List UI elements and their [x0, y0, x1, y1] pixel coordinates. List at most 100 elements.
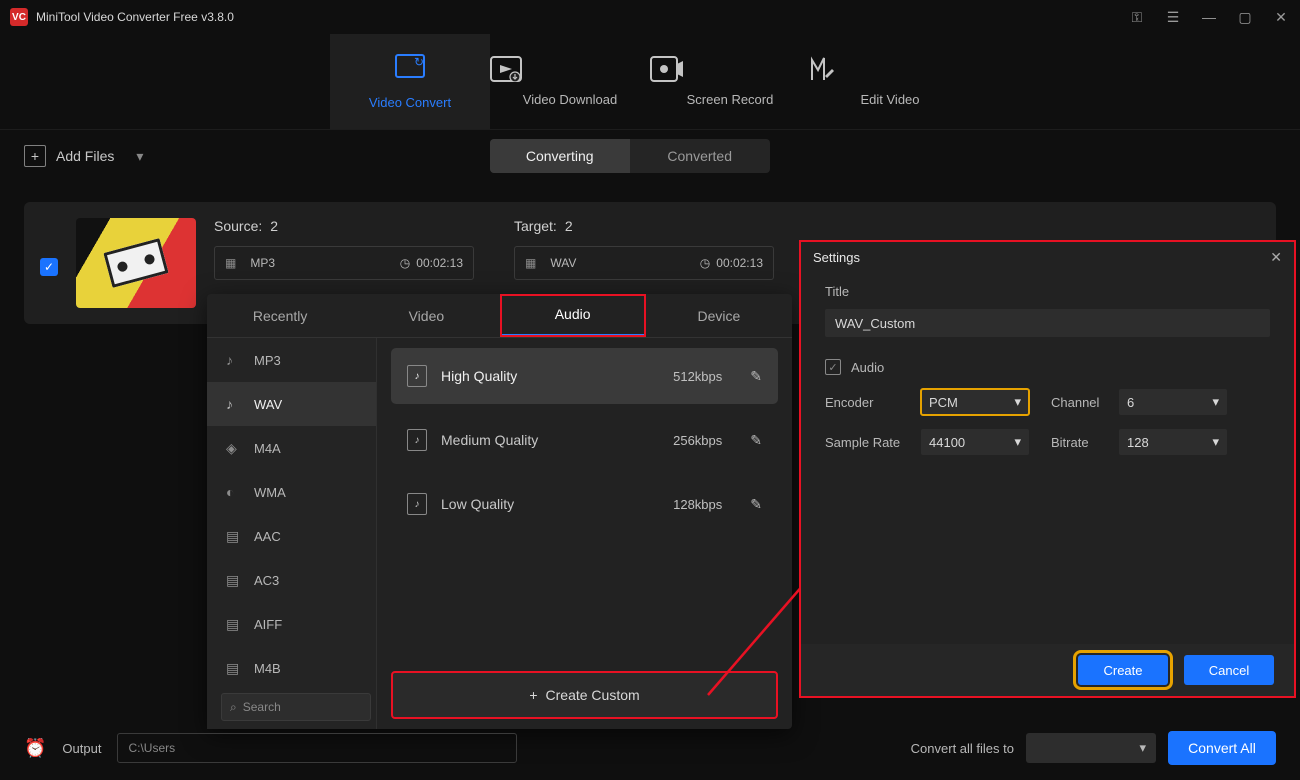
- screen-record-icon: [650, 56, 810, 82]
- app-logo: VC: [10, 8, 28, 26]
- source-count: 2: [270, 218, 278, 234]
- minimize-icon[interactable]: —: [1200, 9, 1218, 25]
- search-placeholder: Search: [243, 700, 281, 714]
- tab-video[interactable]: Video: [353, 294, 499, 337]
- edit-video-icon: [810, 56, 970, 82]
- file-icon: ▦: [225, 256, 236, 270]
- toolbar-row: + Add Files ▾ Converting Converted: [0, 130, 1300, 182]
- target-duration: 00:02:13: [716, 256, 763, 270]
- music-icon: ▤: [226, 528, 242, 544]
- music-icon: ▤: [226, 616, 242, 632]
- close-icon[interactable]: ✕: [1272, 9, 1290, 26]
- menu-icon[interactable]: ☰: [1164, 9, 1182, 26]
- preset-bitrate: 256kbps: [673, 433, 722, 448]
- edit-icon[interactable]: ✎: [750, 496, 762, 513]
- music-icon: ◐: [226, 484, 242, 500]
- alarm-icon[interactable]: ⏰: [24, 738, 46, 759]
- music-icon: ▤: [226, 572, 242, 588]
- tab-converted[interactable]: Converted: [630, 139, 770, 173]
- maximize-icon[interactable]: ▢: [1236, 9, 1254, 26]
- format-m4a[interactable]: ◈M4A: [207, 426, 376, 470]
- video-download-icon: [490, 56, 650, 82]
- bitrate-value: 128: [1127, 435, 1149, 450]
- samplerate-select[interactable]: 44100 ▾: [921, 429, 1029, 455]
- channel-label: Channel: [1051, 395, 1111, 410]
- format-label: MP3: [254, 353, 281, 368]
- chevron-down-icon: ▾: [136, 148, 143, 165]
- key-icon[interactable]: ⚿: [1128, 9, 1146, 26]
- title-label: Title: [825, 284, 1270, 299]
- tab-device[interactable]: Device: [646, 294, 792, 337]
- edit-icon[interactable]: ✎: [750, 368, 762, 385]
- format-label: WMA: [254, 485, 286, 500]
- preset-icon: ♪: [407, 429, 427, 451]
- audio-section-label: Audio: [851, 360, 884, 375]
- format-m4b[interactable]: ▤M4B: [207, 646, 376, 690]
- preset-low-quality[interactable]: ♪ Low Quality 128kbps ✎: [391, 476, 778, 532]
- preset-icon: ♪: [407, 493, 427, 515]
- convert-tabs: Converting Converted: [490, 139, 770, 173]
- channel-value: 6: [1127, 395, 1134, 410]
- output-path-input[interactable]: C:\Users: [117, 733, 517, 763]
- target-count: 2: [565, 218, 573, 234]
- nav-screen-record[interactable]: Screen Record: [650, 56, 810, 107]
- convert-all-button[interactable]: Convert All: [1168, 731, 1276, 765]
- nav-video-convert-label: Video Convert: [330, 95, 490, 110]
- encoder-select[interactable]: PCM▾: [921, 389, 1029, 415]
- target-label: Target:: [514, 218, 557, 234]
- preset-list: ♪ High Quality 512kbps ✎ ♪ Medium Qualit…: [377, 338, 792, 729]
- chevron-down-icon: ▾: [1014, 394, 1021, 410]
- format-wma[interactable]: ◐ WMA: [207, 470, 376, 514]
- channel-select[interactable]: 6▾: [1119, 389, 1227, 415]
- samplerate-value: 44100: [929, 435, 965, 450]
- create-custom-button[interactable]: + Create Custom: [391, 671, 778, 719]
- format-mp3[interactable]: ♪MP3: [207, 338, 376, 382]
- file-checkbox[interactable]: ✓: [40, 258, 58, 276]
- preset-medium-quality[interactable]: ♪ Medium Quality 256kbps ✎: [391, 412, 778, 468]
- edit-icon[interactable]: ✎: [750, 432, 762, 449]
- close-icon[interactable]: ✕: [1270, 249, 1282, 266]
- tab-recently[interactable]: Recently: [207, 294, 353, 337]
- chevron-down-icon: ▾: [1212, 434, 1219, 450]
- output-label: Output: [62, 741, 101, 756]
- file-thumbnail: [76, 218, 196, 308]
- preset-bitrate: 128kbps: [673, 497, 722, 512]
- nav-edit-video[interactable]: Edit Video: [810, 56, 970, 107]
- chevron-down-icon: ▾: [1014, 434, 1021, 450]
- format-aiff[interactable]: ▤ AIFF: [207, 602, 376, 646]
- bitrate-select[interactable]: 128 ▾: [1119, 429, 1227, 455]
- nav-video-convert[interactable]: Video Convert: [330, 34, 490, 129]
- source-label: Source:: [214, 218, 262, 234]
- clock-icon: ◷: [700, 256, 710, 270]
- preset-bitrate: 512kbps: [673, 369, 722, 384]
- music-icon: ♪: [226, 396, 242, 412]
- create-button[interactable]: Create: [1078, 655, 1168, 685]
- format-aac[interactable]: ▤AAC: [207, 514, 376, 558]
- preset-high-quality[interactable]: ♪ High Quality 512kbps ✎: [391, 348, 778, 404]
- music-icon: ▤: [226, 660, 242, 676]
- format-panel: Recently Video Audio Device ♪MP3 ♪WAV ◈M…: [207, 294, 792, 729]
- target-info[interactable]: ▦ WAV ◷ 00:02:13: [514, 246, 774, 280]
- source-info: ▦ MP3 ◷00:02:13: [214, 246, 474, 280]
- tab-converting[interactable]: Converting: [490, 139, 630, 173]
- audio-checkbox[interactable]: ✓: [825, 359, 841, 375]
- format-label: AIFF: [254, 617, 282, 632]
- title-input[interactable]: [825, 309, 1270, 337]
- source-duration: 00:02:13: [416, 256, 463, 270]
- convert-all-to-label: Convert all files to: [911, 741, 1014, 756]
- nav-video-download[interactable]: Video Download: [490, 56, 650, 107]
- clock-icon: ◷: [400, 256, 410, 270]
- tab-audio[interactable]: Audio: [500, 294, 646, 337]
- cancel-button[interactable]: Cancel: [1184, 655, 1274, 685]
- music-icon: ◈: [226, 440, 242, 456]
- file-icon: ▦: [525, 256, 536, 270]
- video-convert-icon: [395, 54, 425, 78]
- add-files-button[interactable]: + Add Files ▾: [24, 145, 143, 167]
- encoder-label: Encoder: [825, 395, 913, 410]
- target-format: WAV: [550, 256, 576, 270]
- add-files-icon: +: [24, 145, 46, 167]
- convert-all-to-select[interactable]: ▾: [1026, 733, 1156, 763]
- format-ac3[interactable]: ▤AC3: [207, 558, 376, 602]
- format-list: ♪MP3 ♪WAV ◈M4A ◐WMA ▤AAC ▤AC3 ▤AIFF ▤M4B: [207, 338, 377, 729]
- format-wav[interactable]: ♪WAV: [207, 382, 376, 426]
